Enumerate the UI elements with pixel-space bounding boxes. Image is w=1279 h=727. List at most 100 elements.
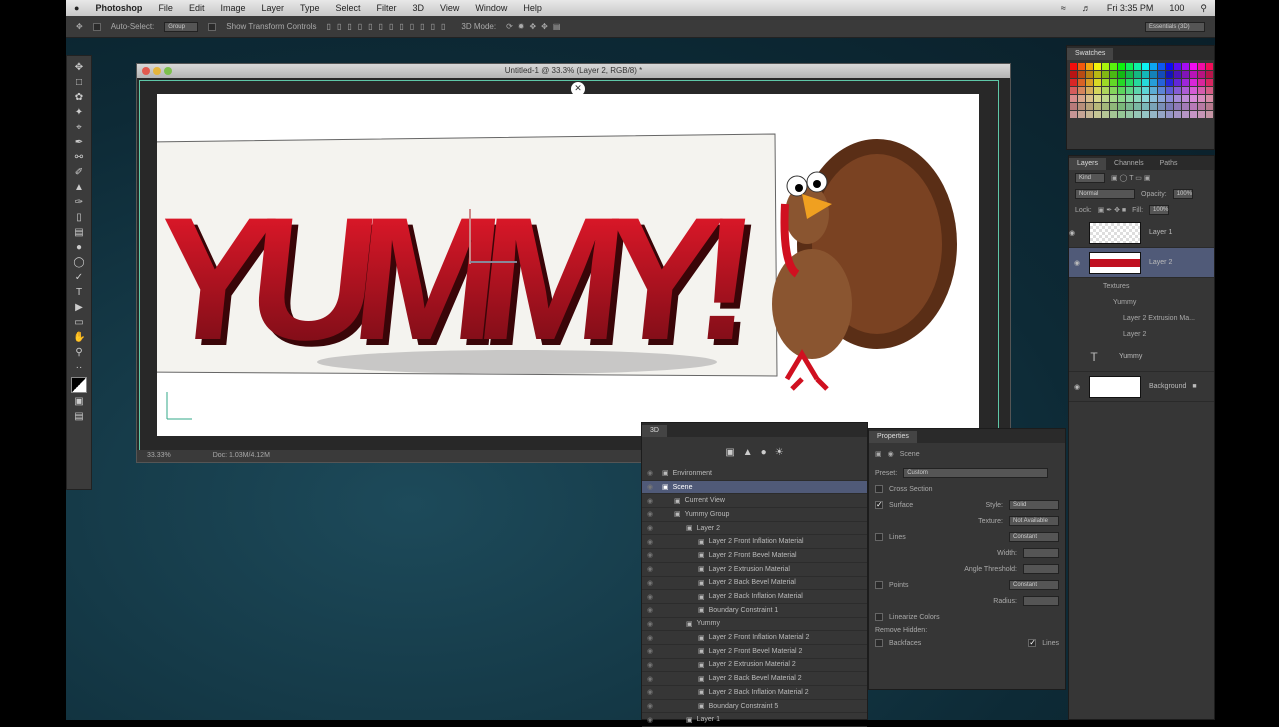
swatch[interactable] xyxy=(1070,63,1077,70)
swatch[interactable] xyxy=(1070,111,1077,118)
swatch[interactable] xyxy=(1078,95,1085,102)
workspace-dropdown[interactable]: Essentials (3D) xyxy=(1145,21,1205,32)
more-tools-icon[interactable]: ·· xyxy=(73,362,85,374)
stamp-tool-icon[interactable]: ▲ xyxy=(73,182,85,194)
swatch[interactable] xyxy=(1094,71,1101,78)
3d-tree-item[interactable]: ◉ ▣ Layer 2 Front Bevel Material 2 xyxy=(642,645,867,659)
quick-mask-icon[interactable]: ▣ xyxy=(73,396,85,408)
linearize-checkbox[interactable] xyxy=(875,613,883,621)
wifi-icon[interactable]: ≈ xyxy=(1061,3,1066,13)
swatch[interactable] xyxy=(1166,111,1173,118)
fill-field[interactable]: 100% xyxy=(1149,205,1170,215)
layer-sub-layer2[interactable]: Layer 2 xyxy=(1069,326,1214,342)
swatch[interactable] xyxy=(1150,71,1157,78)
swatch[interactable] xyxy=(1142,111,1149,118)
lock-icons[interactable]: ▣ ✒ ✥ ■ xyxy=(1098,206,1126,214)
menu-select[interactable]: Select xyxy=(336,3,361,13)
path-select-tool-icon[interactable]: ▶ xyxy=(73,302,85,314)
swatch[interactable] xyxy=(1150,111,1157,118)
swatch[interactable] xyxy=(1134,71,1141,78)
swatch[interactable] xyxy=(1070,71,1077,78)
swatch[interactable] xyxy=(1150,87,1157,94)
swatch[interactable] xyxy=(1094,79,1101,86)
eye-icon[interactable]: ◉ xyxy=(642,551,658,559)
swatch[interactable] xyxy=(1182,79,1189,86)
swatch[interactable] xyxy=(1158,103,1165,110)
swatch[interactable] xyxy=(1126,103,1133,110)
swatch[interactable] xyxy=(1110,87,1117,94)
swatch[interactable] xyxy=(1078,79,1085,86)
3d-axis-widget[interactable] xyxy=(166,392,192,420)
swatch[interactable] xyxy=(1182,87,1189,94)
swatch[interactable] xyxy=(1086,71,1093,78)
swatch[interactable] xyxy=(1070,87,1077,94)
volume-icon[interactable]: ♬ xyxy=(1082,3,1091,13)
camera-icon[interactable]: ◉ xyxy=(888,450,894,458)
swatch[interactable] xyxy=(1086,79,1093,86)
3d-tree-item[interactable]: ◉ ▣ Layer 2 Front Bevel Material xyxy=(642,549,867,563)
swatch[interactable] xyxy=(1198,95,1205,102)
swatch[interactable] xyxy=(1166,95,1173,102)
tab-paths[interactable]: Paths xyxy=(1152,158,1186,170)
eyedropper-tool-icon[interactable]: ✒ xyxy=(73,137,85,149)
swatch[interactable] xyxy=(1070,79,1077,86)
swatch[interactable] xyxy=(1190,111,1197,118)
swatch[interactable] xyxy=(1158,71,1165,78)
swatch[interactable] xyxy=(1086,87,1093,94)
swatch[interactable] xyxy=(1174,95,1181,102)
canvas[interactable]: YUMMY! YUMMY! xyxy=(144,94,979,436)
shape-tool-icon[interactable]: ▭ xyxy=(73,317,85,329)
eye-icon[interactable]: ◉ xyxy=(642,688,658,696)
eye-icon[interactable]: ◉ xyxy=(642,634,658,642)
light-widget-icon[interactable]: ✕ xyxy=(571,82,585,96)
swatch[interactable] xyxy=(1174,103,1181,110)
color-swatch-icon[interactable] xyxy=(71,377,87,393)
3d-tree-item[interactable]: ◉ ▣ Layer 2 xyxy=(642,522,867,536)
layer-sub-textures[interactable]: Textures xyxy=(1069,278,1214,294)
menu-filter[interactable]: Filter xyxy=(377,3,397,13)
tab-channels[interactable]: Channels xyxy=(1106,158,1152,170)
swatch[interactable] xyxy=(1126,63,1133,70)
angle-field[interactable] xyxy=(1023,564,1059,574)
swatch[interactable] xyxy=(1126,87,1133,94)
swatch[interactable] xyxy=(1174,111,1181,118)
3d-filter-icons[interactable]: ▣ ▲ ● ☀ xyxy=(642,437,867,467)
zoom-tool-icon[interactable]: ⚲ xyxy=(73,347,85,359)
swatch[interactable] xyxy=(1182,103,1189,110)
3d-tree-item[interactable]: ◉ ▣ Layer 2 Front Inflation Material 2 xyxy=(642,631,867,645)
eye-icon[interactable]: ◉ xyxy=(642,565,658,573)
3d-tree-item[interactable]: ◉ ▣ Layer 2 Back Inflation Material 2 xyxy=(642,686,867,700)
menu-window[interactable]: Window xyxy=(475,3,507,13)
tab-swatches[interactable]: Swatches xyxy=(1067,48,1114,60)
menu-photoshop[interactable]: Photoshop xyxy=(95,3,142,13)
eye-icon[interactable]: ◉ xyxy=(1069,226,1085,240)
swatch[interactable] xyxy=(1142,71,1149,78)
swatch[interactable] xyxy=(1166,103,1173,110)
swatch[interactable] xyxy=(1110,63,1117,70)
swatch[interactable] xyxy=(1126,111,1133,118)
3d-tree-item[interactable]: ◉ ▣ Layer 2 Back Bevel Material 2 xyxy=(642,672,867,686)
swatch[interactable] xyxy=(1102,63,1109,70)
swatch[interactable] xyxy=(1094,63,1101,70)
swatch[interactable] xyxy=(1142,63,1149,70)
radius-field[interactable] xyxy=(1023,596,1059,606)
width-field[interactable] xyxy=(1023,548,1059,558)
eye-icon[interactable]: ◉ xyxy=(642,579,658,587)
points-style-dropdown[interactable]: Constant xyxy=(1009,580,1059,590)
eye-icon[interactable]: ◉ xyxy=(642,497,658,505)
zoom-button[interactable] xyxy=(164,67,172,75)
swatch[interactable] xyxy=(1174,79,1181,86)
swatch[interactable] xyxy=(1182,111,1189,118)
3d-mode-icons[interactable]: ⟳✹✥✥▤ xyxy=(506,22,565,31)
eye-icon[interactable]: ◉ xyxy=(642,593,658,601)
pen-tool-icon[interactable]: ✓ xyxy=(73,272,85,284)
swatch[interactable] xyxy=(1150,95,1157,102)
swatch[interactable] xyxy=(1198,111,1205,118)
3d-tree-item[interactable]: ◉ ▣ Layer 2 Front Inflation Material xyxy=(642,535,867,550)
swatch[interactable] xyxy=(1206,95,1213,102)
3d-tree-item[interactable]: ◉ ▣ Boundary Constraint 5 xyxy=(642,700,867,714)
swatch[interactable] xyxy=(1190,103,1197,110)
swatch[interactable] xyxy=(1070,95,1077,102)
dodge-tool-icon[interactable]: ◯ xyxy=(73,257,85,269)
eye-icon[interactable]: ◉ xyxy=(1069,259,1085,267)
